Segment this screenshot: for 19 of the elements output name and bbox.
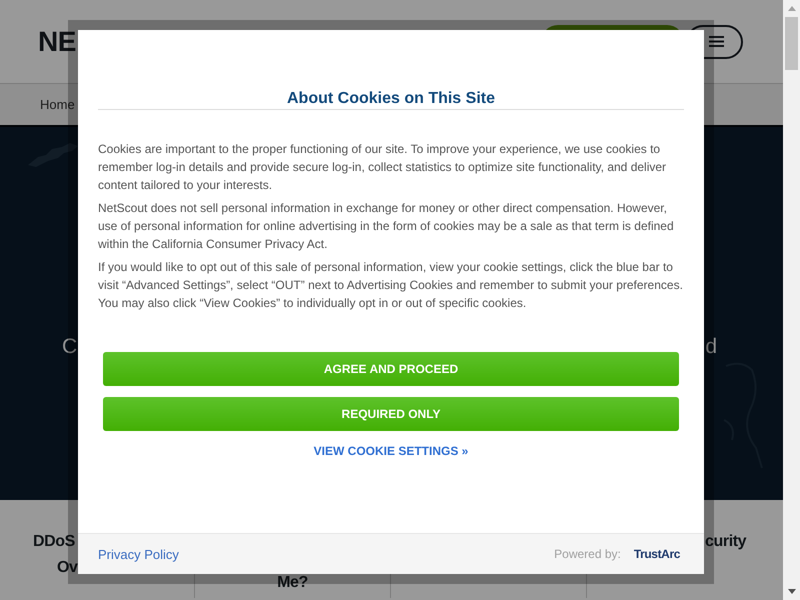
- dialog-title: About Cookies on This Site: [286, 90, 495, 107]
- card-title: curity: [705, 532, 746, 552]
- dialog-paragraph: If you would like to opt out of this sale of personal information, view your cookie settings, click the blue bar to visit “Advanced Settings”, select “OUT” next to Advertising Cookies and remember to submit your preferences. You may also click “View Cookies” to individually opt in or out of specific cookies.: [98, 259, 684, 312]
- hero-text: C: [62, 334, 78, 360]
- cookie-settings-link[interactable]: VIEW COOKIE SETTINGS »: [314, 444, 468, 458]
- card-title: Ov: [57, 558, 78, 578]
- powered-by-label: Powered by:: [554, 547, 621, 561]
- scrollbar-thumb[interactable]: [785, 17, 798, 70]
- scroll-down-icon[interactable]: [788, 589, 796, 594]
- dialog-paragraph: Cookies are important to the proper functioning of our site. To improve your experience, we use cookies to remember log-in details and provide secure log-in, collect statistics to optimize site functionality, and deliver content tailored to your interests.: [98, 141, 668, 194]
- card-title: DDoS: [33, 532, 75, 552]
- consent-button[interactable]: REQUIRED ONLY: [103, 397, 679, 431]
- card-title: Me?: [277, 573, 308, 593]
- privacy-policy-link[interactable]: Privacy Policy: [98, 546, 179, 562]
- hero-text: d: [705, 334, 717, 360]
- breadcrumb-link[interactable]: Home: [40, 97, 75, 112]
- vendor-logo: TrustArc: [634, 547, 680, 561]
- consent-button[interactable]: AGREE AND PROCEED: [103, 352, 679, 386]
- dialog-paragraph: NetScout does not sell personal information in exchange for money or other direct compensation. However, use of personal information for online advertising in the form of cookies may be a sale as that term is defined within the California Consumer Privacy Act.: [98, 200, 675, 253]
